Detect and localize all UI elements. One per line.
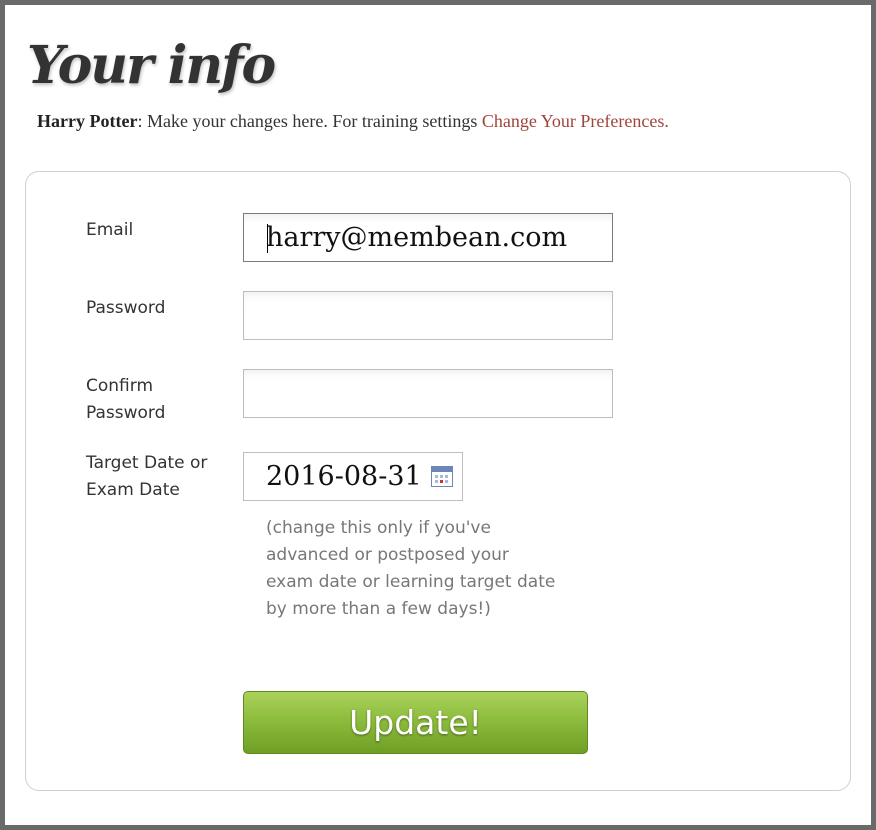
password-label: Password	[86, 298, 166, 318]
confirm-password-label: Confirm Password	[86, 376, 166, 423]
target-date-field[interactable]: 2016-08-31	[243, 452, 463, 501]
page-title: Your info	[27, 35, 276, 96]
password-field[interactable]	[244, 292, 612, 339]
text-cursor	[267, 224, 268, 253]
intro-description: : Make your changes here. For training s…	[137, 111, 482, 131]
info-form-panel: Email Password Confirm Password Target D…	[25, 171, 851, 791]
confirm-password-field[interactable]	[244, 370, 612, 417]
intro-text: Harry Potter: Make your changes here. Fo…	[37, 111, 669, 132]
target-date-label: Target Date or Exam Date	[86, 453, 208, 500]
change-preferences-link[interactable]: Change Your Preferences.	[482, 111, 669, 131]
confirm-password-field-box	[243, 369, 613, 418]
email-label: Email	[86, 220, 134, 240]
email-field[interactable]	[244, 214, 612, 261]
target-date-value: 2016-08-31	[266, 461, 422, 492]
password-field-box	[243, 291, 613, 340]
target-date-hint: (change this only if you've advanced or …	[266, 518, 556, 619]
calendar-icon[interactable]	[431, 466, 453, 487]
page-window: Your info Harry Potter: Make your change…	[5, 5, 871, 825]
update-button[interactable]: Update!	[243, 691, 588, 754]
user-name: Harry Potter	[37, 111, 138, 131]
email-field-box	[243, 213, 613, 262]
